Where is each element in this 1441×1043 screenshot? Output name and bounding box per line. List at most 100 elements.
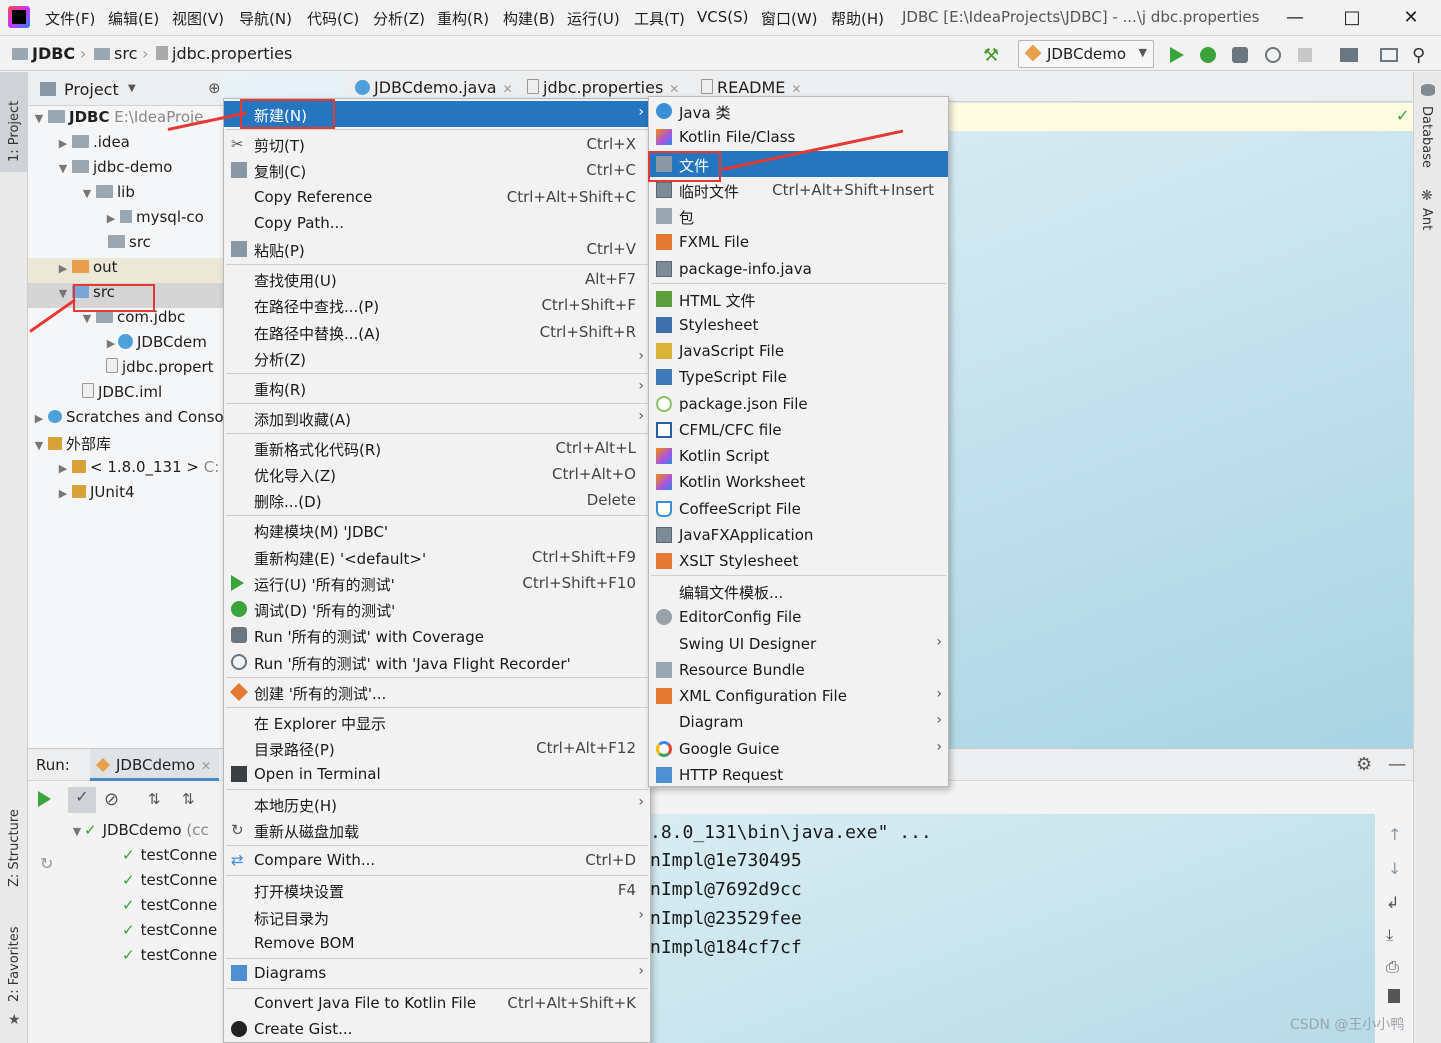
menu-tools[interactable]: 工具(T) [634,8,685,29]
submenu-item-editorconfig[interactable]: EditorConfig File [649,604,948,630]
submenu-item-html-file[interactable]: HTML 文件 [649,286,948,312]
menu-edit[interactable]: 编辑(E) [108,8,159,29]
tree-item-mysql-connector[interactable]: ▶ mysql-co [28,208,223,233]
tree-item-lib[interactable]: ▼ lib [28,183,223,208]
tree-item-jdbc-demo[interactable]: ▼ jdbc-demo [28,158,223,183]
menu-item-copy[interactable]: 复制(C) Ctrl+C [224,157,650,183]
tab-readme[interactable]: README ✕ [699,78,801,97]
rerun-failed-icon[interactable]: ↻ [40,854,53,873]
menu-item-reformat-code[interactable]: 重新格式化代码(R) Ctrl+Alt+L [224,435,650,461]
close-icon[interactable]: ✕ [669,82,679,96]
submenu-item-edit-templates[interactable]: 编辑文件模板... [649,578,948,604]
menu-navigate[interactable]: 导航(N) [239,8,292,29]
project-panel-title[interactable]: Project [64,80,119,99]
menu-item-optimize-imports[interactable]: 优化导入(Z) Ctrl+Alt+O [224,461,650,487]
test-case-row[interactable]: ✓ testConne [122,871,217,889]
test-case-row[interactable]: ✓ testConne [122,846,217,864]
tree-item-external-libraries[interactable]: ▼ 外部库 [28,433,223,458]
submenu-item-diagram[interactable]: Diagram › [649,709,948,735]
menu-item-refactor[interactable]: 重构(R) › [224,375,650,401]
submenu-item-xml-configuration[interactable]: XML Configuration File › [649,683,948,709]
menu-item-local-history[interactable]: 本地历史(H) › [224,791,650,817]
scroll-down-icon[interactable]: ↓ [1388,859,1401,878]
search-icon[interactable]: ⚲ [1412,45,1432,66]
tree-item-jdbc-properties[interactable]: jdbc.propert [28,358,223,383]
menu-item-reload-from-disk[interactable]: ↻ 重新从磁盘加载 [224,817,650,843]
breadcrumb-file[interactable]: jdbc.properties [156,44,292,63]
project-structure-icon[interactable] [1340,45,1360,65]
tree-item-junit4[interactable]: ▶ JUnit4 [28,483,223,508]
menu-run[interactable]: 运行(U) [567,8,620,29]
tree-item-idea[interactable]: ▶ .idea [28,133,223,158]
menu-item-copy-reference[interactable]: Copy Reference Ctrl+Alt+Shift+C [224,184,650,210]
submenu-item-swing-ui-designer[interactable]: Swing UI Designer › [649,631,948,657]
run-tab-jdbcdemo[interactable]: JDBCdemo ✕ [90,749,220,781]
minimize-panel-icon[interactable]: — [1388,754,1406,775]
breadcrumb-src[interactable]: src [94,44,137,63]
menu-item-find-in-path[interactable]: 在路径中查找...(P) Ctrl+Shift+F [224,292,650,318]
menu-refactor[interactable]: 重构(R) [437,8,489,29]
submenu-item-javascript-file[interactable]: JavaScript File [649,338,948,364]
submenu-item-http-request[interactable]: HTTP Request [649,762,948,788]
tree-item-out[interactable]: ▶ out [28,258,223,283]
run-configuration-select[interactable]: JDBCdemo ▼ [1018,40,1154,68]
menu-item-show-in-explorer[interactable]: 在 Explorer 中显示 [224,709,650,735]
menu-window[interactable]: 窗口(W) [761,8,818,29]
submenu-item-package-info[interactable]: package-info.java [649,256,948,282]
profiler-icon[interactable] [1265,45,1285,65]
submenu-item-package-json[interactable]: package.json File [649,391,948,417]
menu-item-add-to-favorites[interactable]: 添加到收藏(A) › [224,405,650,431]
submenu-item-google-guice[interactable]: Google Guice › [649,736,948,762]
rerun-icon[interactable] [38,791,51,807]
menu-item-run-tests[interactable]: 运行(U) '所有的测试' Ctrl+Shift+F10 [224,570,650,596]
menu-item-debug-tests[interactable]: 调试(D) '所有的测试' [224,596,650,622]
menu-item-find-usages[interactable]: 查找使用(U) Alt+F7 [224,266,650,292]
show-passed-icon[interactable]: ✓ [68,787,96,813]
submenu-item-java-class[interactable]: Java 类 [649,98,948,124]
gear-icon[interactable]: ⚙ [1356,754,1372,775]
menu-analyze[interactable]: 分析(Z) [373,8,425,29]
submenu-item-stylesheet[interactable]: Stylesheet [649,312,948,338]
maximize-icon[interactable]: □ [1339,6,1365,30]
menu-item-copy-path[interactable]: Copy Path... [224,210,650,236]
menu-item-directory-path[interactable]: 目录路径(P) Ctrl+Alt+F12 [224,735,650,761]
menu-item-remove-bom[interactable]: Remove BOM [224,930,650,956]
close-icon[interactable]: ✕ [503,82,513,96]
trash-icon[interactable] [1388,989,1400,1003]
test-case-row[interactable]: ✓ testConne [122,921,217,939]
tree-item-demo-src[interactable]: src [28,233,223,258]
menu-item-module-settings[interactable]: 打开模块设置 F4 [224,877,650,903]
menu-item-create-gist[interactable]: Create Gist... [224,1016,650,1042]
menu-item-run-with-jfr[interactable]: Run '所有的测试' with 'Java Flight Recorder' [224,649,650,675]
coverage-icon[interactable] [1232,45,1252,65]
menu-view[interactable]: 视图(V) [172,8,224,29]
menu-item-mark-directory-as[interactable]: 标记目录为 › [224,904,650,930]
menu-build[interactable]: 构建(B) [503,8,555,29]
submenu-item-cfml-file[interactable]: CFML/CFC file [649,417,948,443]
menu-item-create-tests[interactable]: 创建 '所有的测试'... [224,679,650,705]
menu-item-delete[interactable]: 删除...(D) Delete [224,487,650,513]
menu-item-paste[interactable]: 粘贴(P) Ctrl+V [224,236,650,262]
close-icon[interactable]: ✕ [791,82,801,96]
menu-item-run-with-coverage[interactable]: Run '所有的测试' with Coverage [224,622,650,648]
submenu-item-kotlin-file[interactable]: Kotlin File/Class [649,124,948,150]
menu-item-diagrams[interactable]: Diagrams › [224,960,650,986]
stop-icon[interactable] [1298,45,1318,65]
show-ignored-icon[interactable]: ⊘ [104,789,119,810]
favorites-tool-label[interactable]: 2: Favorites [7,926,22,1002]
menu-item-cut[interactable]: ✂ 剪切(T) Ctrl+X [224,131,650,157]
menu-item-open-in-terminal[interactable]: Open in Terminal [224,761,650,787]
submenu-item-kotlin-worksheet[interactable]: Kotlin Worksheet [649,469,948,495]
locate-icon[interactable]: ⊕ [208,79,221,97]
print-icon[interactable]: ⎙ [1386,957,1399,977]
sort-duration-icon[interactable]: ⇅ [182,790,195,808]
submenu-item-fxml-file[interactable]: FXML File [649,229,948,255]
minimize-icon[interactable]: — [1282,6,1308,30]
tree-item-scratches[interactable]: ▶ Scratches and Conso [28,408,223,433]
submenu-item-typescript-file[interactable]: TypeScript File [649,364,948,390]
submenu-item-javafx-application[interactable]: JavaFXApplication [649,522,948,548]
test-case-row[interactable]: ✓ testConne [122,946,217,964]
submenu-item-kotlin-script[interactable]: Kotlin Script [649,443,948,469]
submenu-item-coffeescript-file[interactable]: CoffeeScript File [649,496,948,522]
layout-icon[interactable] [1380,45,1400,65]
